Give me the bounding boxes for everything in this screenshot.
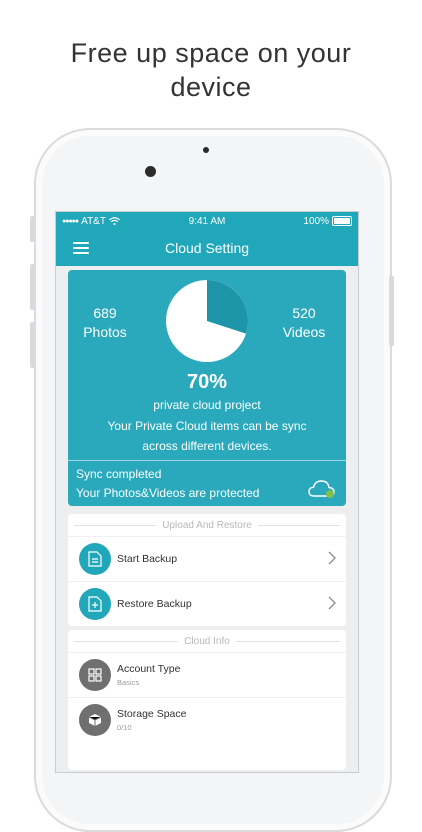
account-type-row[interactable]: Account Type Basics xyxy=(68,652,346,697)
cloud-info-header: Cloud Info xyxy=(68,630,346,652)
menu-icon[interactable] xyxy=(73,242,89,254)
restore-backup-row[interactable]: Restore Backup xyxy=(68,581,346,626)
start-backup-row[interactable]: Start Backup xyxy=(68,536,346,581)
headline-line-1: Free up space on your xyxy=(70,38,352,68)
upload-restore-panel: Upload And Restore Start Backup Restore … xyxy=(68,514,346,626)
restore-file-icon xyxy=(79,588,111,620)
grid-icon xyxy=(79,659,111,691)
nav-bar: Cloud Setting xyxy=(56,230,358,266)
sync-detail: Your Photos&Videos are protected xyxy=(76,486,260,500)
description-line-2: across different devices. xyxy=(142,439,272,453)
cloud-summary-card: 689 Photos 520 Videos 70% private cloud … xyxy=(68,270,346,506)
cloud-info-panel: Cloud Info Account Type Basics Storage S… xyxy=(68,630,346,770)
sync-status-bar: Sync completed Your Photos&Videos are pr… xyxy=(68,460,346,507)
battery-icon xyxy=(331,216,352,226)
upload-restore-title: Upload And Restore xyxy=(162,519,252,531)
restore-backup-label: Restore Backup xyxy=(117,598,192,610)
project-label: private cloud project xyxy=(153,398,261,412)
chevron-right-icon xyxy=(328,551,336,565)
battery-percent: 100% xyxy=(303,215,329,227)
proximity-sensor xyxy=(203,147,209,153)
power-button xyxy=(389,276,394,346)
videos-stat: 520 Videos xyxy=(276,304,332,342)
storage-space-label: Storage Space xyxy=(117,708,187,720)
videos-count: 520 xyxy=(292,305,316,321)
carrier-label: AT&T xyxy=(81,215,106,227)
wifi-icon xyxy=(109,217,120,225)
app-screen: ●●●●● AT&T 9:41 AM 100% Cloud Setting 68… xyxy=(55,211,359,773)
status-time: 9:41 AM xyxy=(188,215,226,227)
cloud-percent: 70% xyxy=(186,371,228,393)
cloud-check-icon xyxy=(308,480,335,498)
front-camera xyxy=(145,166,156,177)
headline-line-2: device xyxy=(170,72,252,102)
start-backup-label: Start Backup xyxy=(117,553,178,565)
cloud-info-title: Cloud Info xyxy=(184,635,230,647)
account-type-value: Basics xyxy=(117,678,140,687)
headline: Free up space on your device xyxy=(0,36,422,104)
volume-down-button xyxy=(30,322,35,368)
photos-label: Photos xyxy=(83,324,127,340)
status-bar: ●●●●● AT&T 9:41 AM 100% xyxy=(56,212,358,230)
account-type-label: Account Type xyxy=(117,663,181,675)
box-icon xyxy=(79,704,111,736)
upload-restore-header: Upload And Restore xyxy=(68,514,346,536)
page-title: Cloud Setting xyxy=(164,240,250,256)
sync-status: Sync completed xyxy=(76,467,162,481)
chevron-right-icon xyxy=(328,596,336,610)
upload-file-icon xyxy=(79,543,111,575)
mute-switch xyxy=(30,216,35,242)
videos-label: Videos xyxy=(282,324,326,340)
storage-space-row[interactable]: Storage Space 0/10 xyxy=(68,697,346,742)
photos-stat: 689 Photos xyxy=(79,304,131,342)
signal-icon: ●●●●● xyxy=(62,217,79,225)
photos-count: 689 xyxy=(93,305,117,321)
storage-space-value: 0/10 xyxy=(117,723,132,732)
storage-pie-chart xyxy=(166,280,248,362)
volume-up-button xyxy=(30,264,35,310)
description-line-1: Your Private Cloud items can be sync xyxy=(107,419,307,433)
